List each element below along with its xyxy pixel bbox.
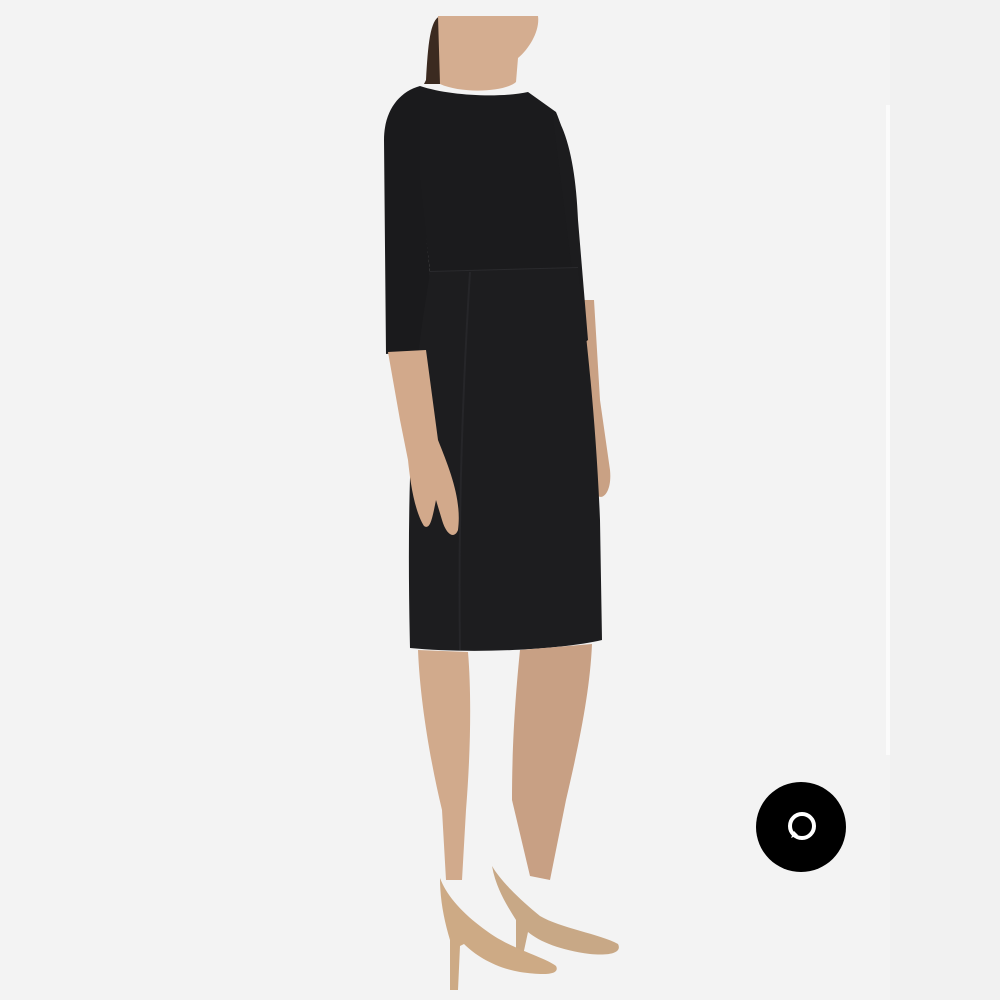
neck <box>438 16 539 91</box>
chat-button[interactable] <box>756 782 846 872</box>
chat-bubble-icon <box>788 812 816 840</box>
front-leg <box>418 650 471 880</box>
back-leg <box>512 644 592 880</box>
product-image <box>384 16 619 990</box>
product-viewer <box>0 0 1000 1000</box>
scrollbar-track[interactable] <box>886 105 890 755</box>
